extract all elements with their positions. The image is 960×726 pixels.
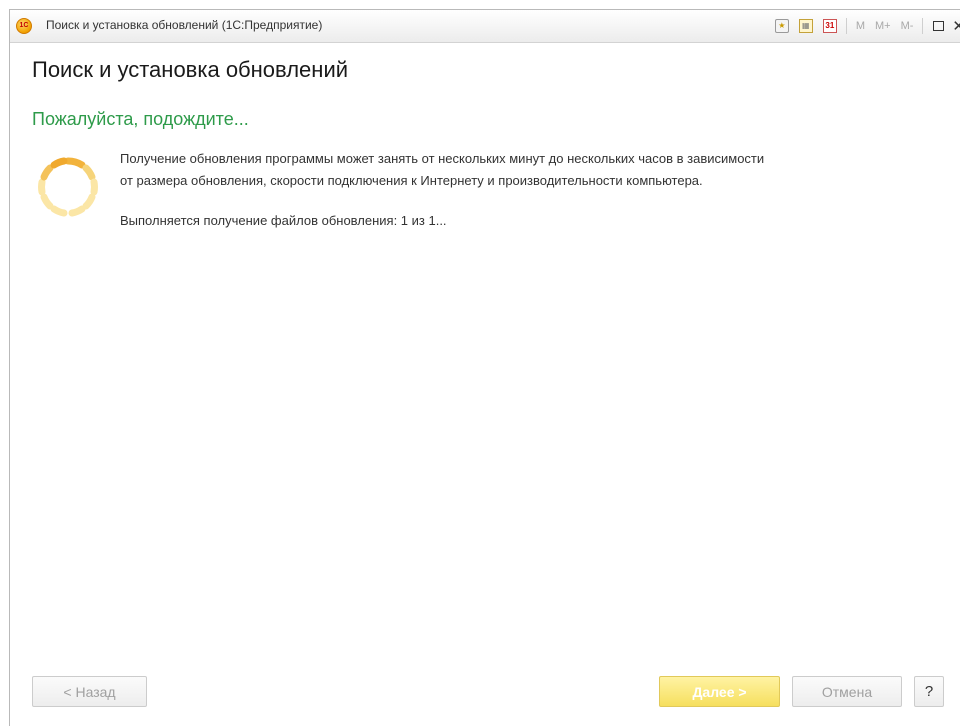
memory-minus-button[interactable]: M- (901, 20, 914, 32)
form-title: Поиск и установка обновлений (32, 57, 349, 82)
toolbar-separator (845, 18, 847, 34)
1c-app-icon[interactable]: 1С (16, 18, 32, 34)
info-text-line-1: Получение обновления программы может зан… (120, 151, 765, 166)
calendar-icon[interactable]: 31 (822, 19, 837, 33)
loading-spinner-icon (38, 157, 98, 217)
memory-plus-button[interactable]: M+ (875, 20, 891, 32)
title-toolbar: ★ ▦ 31 M M+ M- ✕ (770, 16, 960, 36)
dialog-window: 1С Поиск и установка обновлений (1С:Пред… (9, 9, 960, 726)
wait-message: Пожалуйста, подождите... (32, 109, 249, 129)
favorites-icon[interactable]: ★ (774, 19, 789, 33)
toolbar-separator (922, 18, 924, 34)
download-status-text: Выполняется получение файлов обновления:… (120, 213, 447, 228)
window-title: Поиск и установка обновлений (1С:Предпри… (46, 18, 323, 32)
info-text-line-2: от размера обновления, скорости подключе… (120, 173, 703, 188)
cancel-button[interactable]: Отмена (792, 676, 902, 707)
next-button[interactable]: Далее > (659, 676, 780, 707)
memory-m-button[interactable]: M (856, 20, 865, 32)
calculator-icon[interactable]: ▦ (798, 19, 813, 33)
close-icon[interactable]: ✕ (952, 17, 960, 35)
back-button[interactable]: < Назад (32, 676, 147, 707)
maximize-icon[interactable] (933, 21, 945, 31)
title-bar[interactable]: 1С Поиск и установка обновлений (1С:Пред… (10, 10, 960, 43)
help-button[interactable]: ? (914, 676, 944, 707)
